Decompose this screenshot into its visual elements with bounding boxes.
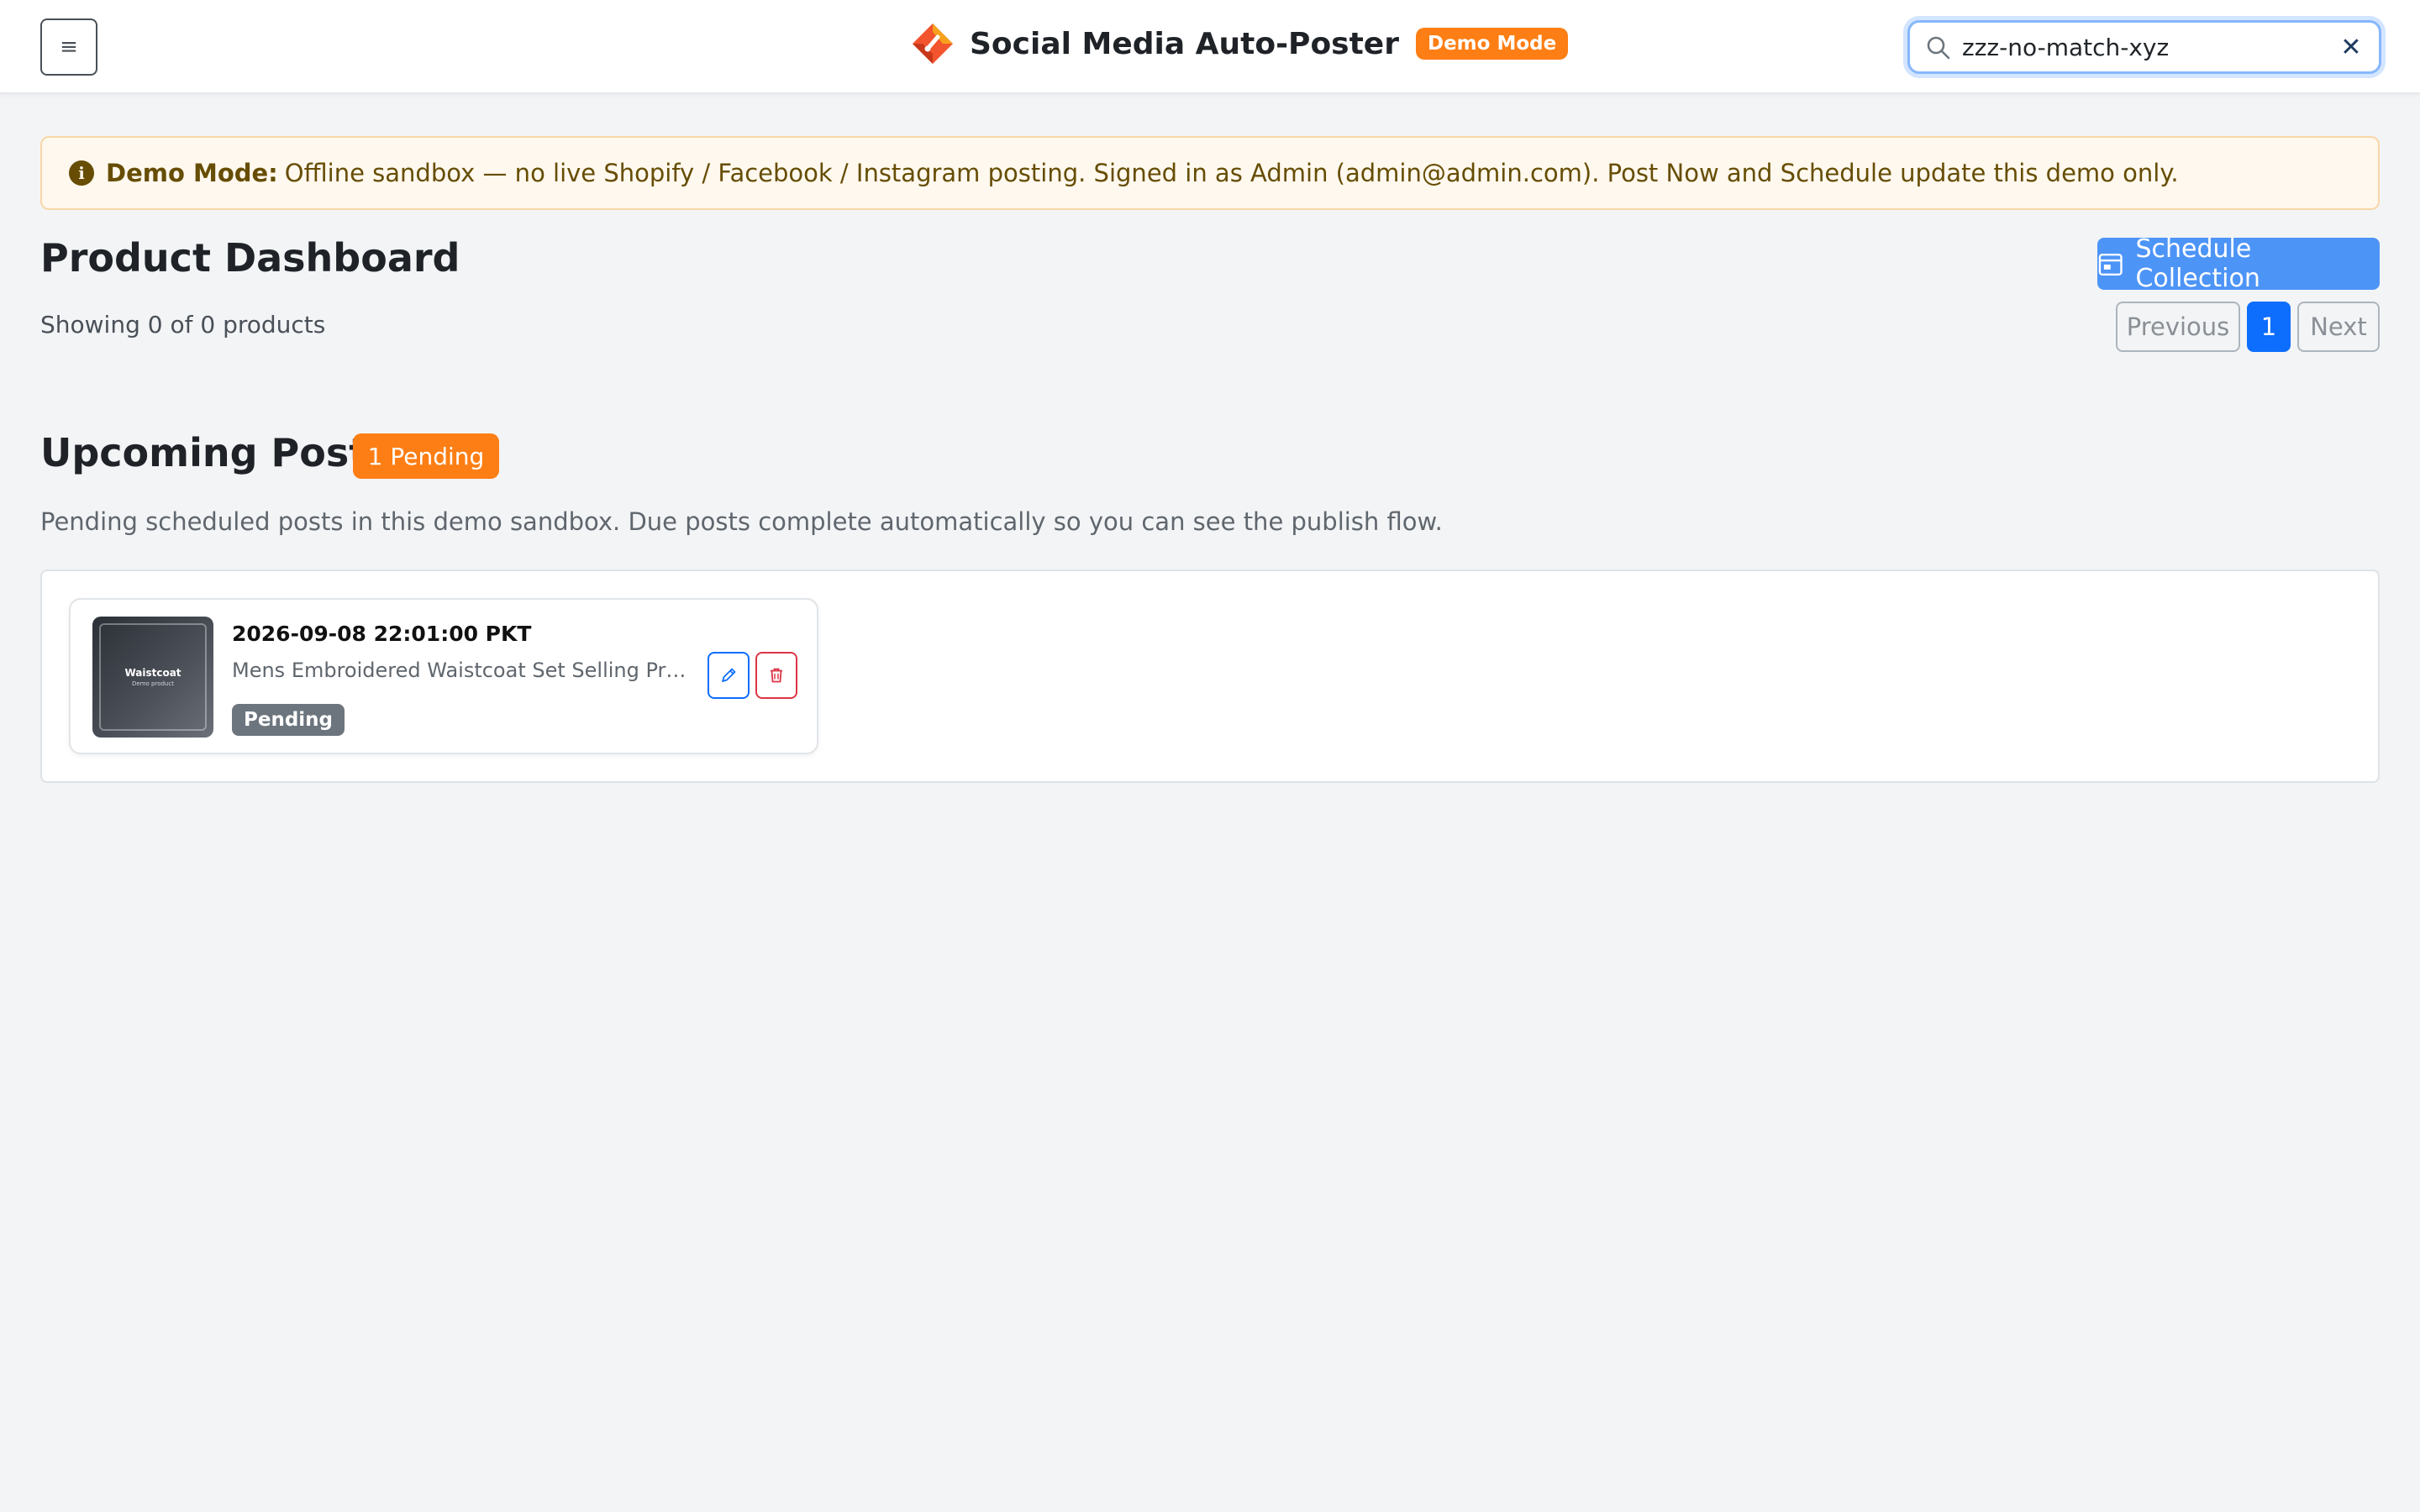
demo-mode-alert: i Demo Mode: Offline sandbox — no live S… <box>40 136 2380 210</box>
menu-button[interactable]: ≡ <box>40 18 97 76</box>
pending-count-badge: 1 Pending <box>353 433 499 479</box>
menu-icon: ≡ <box>60 34 78 60</box>
pencil-icon <box>722 668 736 682</box>
schedule-collection-label: Schedule Collection <box>2135 234 2260 293</box>
scheduled-post-card: Waistcoat Demo product 2026-09-08 22:01:… <box>69 598 818 754</box>
thumbnail-frame: Waistcoat Demo product <box>99 623 207 731</box>
demo-mode-badge: Demo Mode <box>1415 28 1569 60</box>
schedule-collection-button[interactable]: Schedule Collection <box>2097 234 2380 293</box>
app-title: Social Media Auto-Poster <box>970 26 1399 61</box>
post-datetime: 2026-09-08 22:01:00 PKT <box>232 622 532 646</box>
edit-post-button[interactable] <box>708 652 750 699</box>
next-page-button[interactable]: Next <box>2297 302 2380 352</box>
search-input[interactable] <box>1962 29 2315 65</box>
calendar-icon <box>2098 254 2123 276</box>
search-icon <box>1927 36 1950 60</box>
previous-page-button[interactable]: Previous <box>2116 302 2240 352</box>
info-icon: i <box>69 160 94 186</box>
thumbnail-title: Waistcoat <box>124 667 182 679</box>
logo-icon <box>913 24 953 64</box>
alert-label: Demo Mode: <box>106 159 278 187</box>
trash-icon <box>771 668 782 683</box>
search-box: ✕ <box>1907 20 2381 74</box>
brand: Social Media Auto-Poster Demo Mode <box>909 18 1569 69</box>
page-1-button[interactable]: 1 <box>2247 302 2291 352</box>
clear-search-button[interactable]: ✕ <box>2335 31 2367 63</box>
post-status-badge: Pending <box>232 704 345 736</box>
top-navbar: ≡ Social Media Auto-Poster Demo Mode ✕ <box>0 0 2420 94</box>
thumbnail-subtitle: Demo product <box>132 680 174 687</box>
alert-message: Offline sandbox — no live Shopify / Face… <box>284 159 2179 187</box>
page-title: Product Dashboard <box>40 235 460 281</box>
product-count-text: Showing 0 of 0 products <box>40 311 326 339</box>
close-icon: ✕ <box>2340 32 2362 62</box>
post-caption: Mens Embroidered Waistcoat Set Selling P… <box>232 659 691 682</box>
post-thumbnail: Waistcoat Demo product <box>92 617 213 738</box>
upcoming-posts-title: Upcoming Posts <box>40 430 391 475</box>
delete-post-button[interactable] <box>755 652 797 699</box>
upcoming-posts-description: Pending scheduled posts in this demo san… <box>40 507 1443 536</box>
pagination: Previous 1 Next <box>2116 302 2380 352</box>
